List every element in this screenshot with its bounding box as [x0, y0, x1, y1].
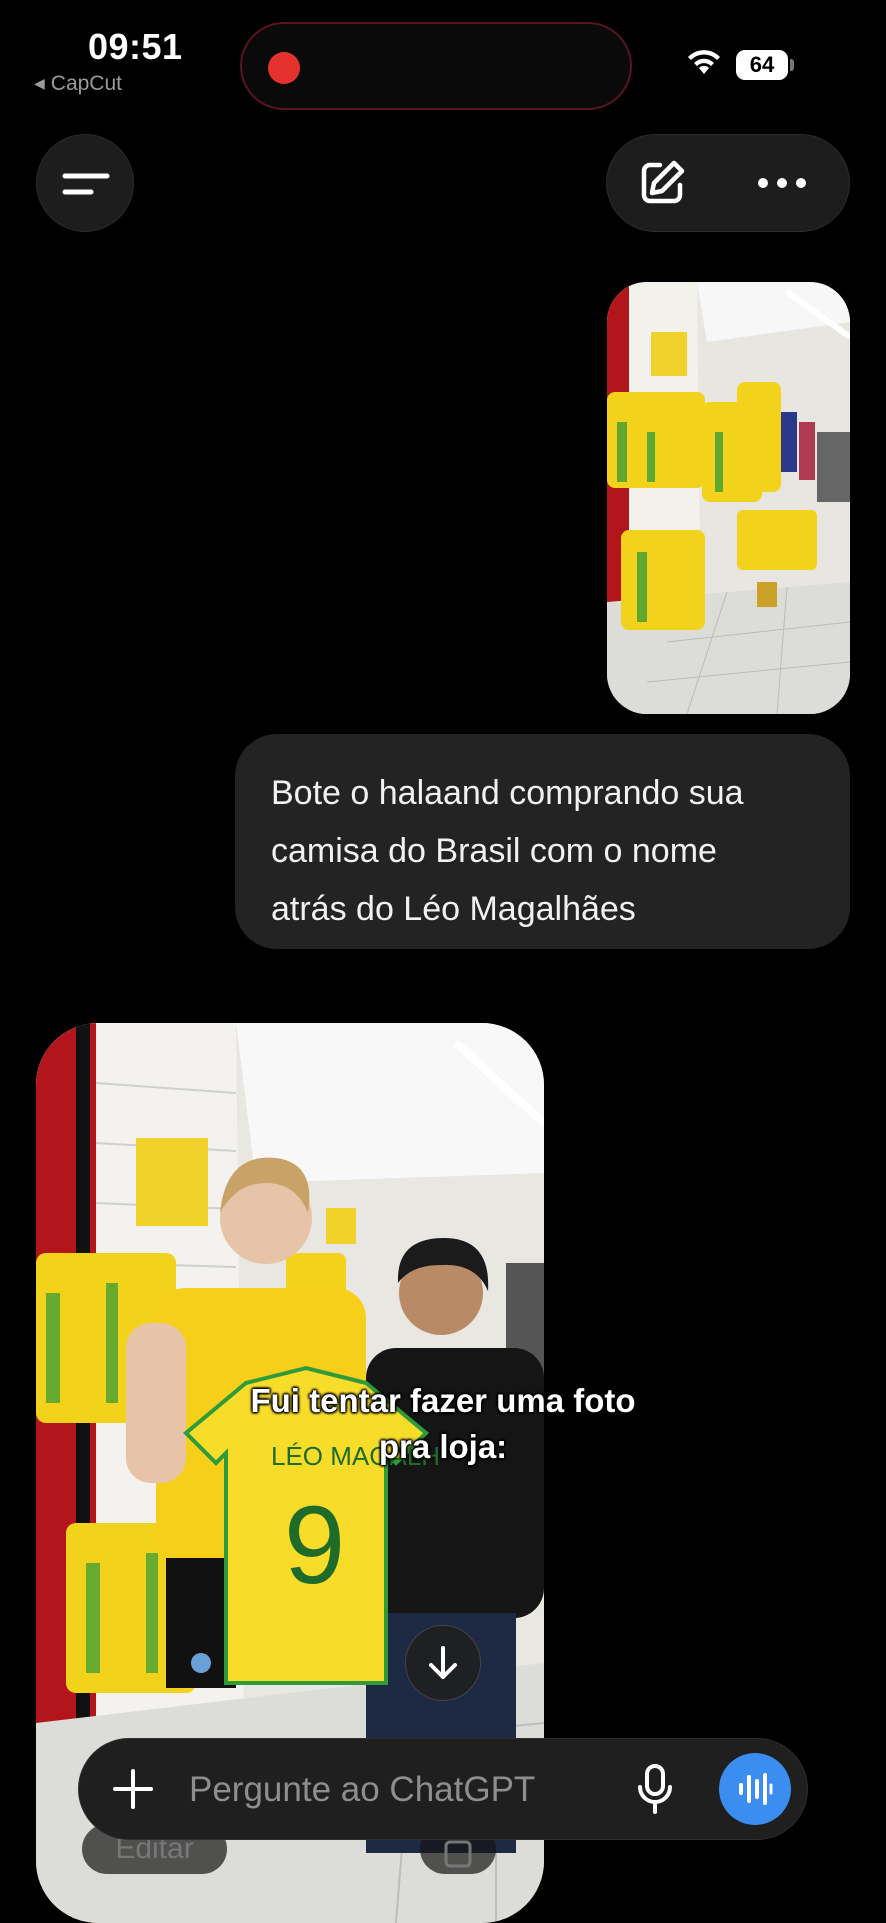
attach-button[interactable] — [99, 1755, 167, 1823]
user-message-bubble[interactable]: Bote o halaand comprando sua camisa do B… — [235, 734, 850, 949]
arrow-down-icon — [429, 1646, 457, 1679]
more-options-button[interactable] — [727, 135, 837, 231]
jersey-number: 9 — [284, 1484, 345, 1607]
more-icon — [758, 178, 806, 188]
image-caption-overlay: Fui tentar fazer uma foto pra loja: — [160, 1378, 726, 1470]
compose-icon — [641, 160, 685, 204]
user-message-line-3: atrás do Léo Magalhães — [271, 890, 636, 928]
back-triangle-icon: ◀ — [34, 75, 45, 91]
recording-indicator-icon — [268, 52, 300, 84]
microphone-icon — [638, 1764, 672, 1814]
back-to-app-link[interactable]: ◀ CapCut — [34, 72, 122, 96]
status-time: 09:51 — [88, 26, 183, 67]
dictation-button[interactable] — [621, 1755, 689, 1823]
dynamic-island — [240, 22, 632, 110]
plus-icon — [113, 1769, 153, 1809]
scroll-to-bottom-button[interactable] — [405, 1625, 481, 1701]
battery-nub — [790, 59, 794, 71]
store-photo — [607, 282, 850, 714]
voice-wave-icon — [739, 1773, 773, 1805]
message-composer — [78, 1738, 808, 1840]
user-uploaded-image[interactable] — [607, 282, 850, 714]
new-chat-button[interactable] — [607, 135, 717, 231]
wifi-icon — [688, 50, 720, 74]
caption-line-2: pra loja: — [378, 1428, 508, 1465]
back-app-label: CapCut — [50, 72, 122, 95]
prompt-input[interactable] — [187, 1759, 611, 1821]
menu-icon — [62, 173, 110, 195]
battery-indicator: 64 — [736, 50, 788, 80]
sidebar-menu-button[interactable] — [36, 134, 134, 232]
voice-mode-button[interactable] — [719, 1753, 791, 1825]
user-message-line-2: camisa do Brasil com o nome — [271, 832, 717, 870]
header-actions — [606, 134, 850, 232]
caption-line-1: Fui tentar fazer uma foto — [250, 1382, 636, 1419]
user-message-line-1: Bote o halaand comprando sua — [271, 774, 744, 812]
